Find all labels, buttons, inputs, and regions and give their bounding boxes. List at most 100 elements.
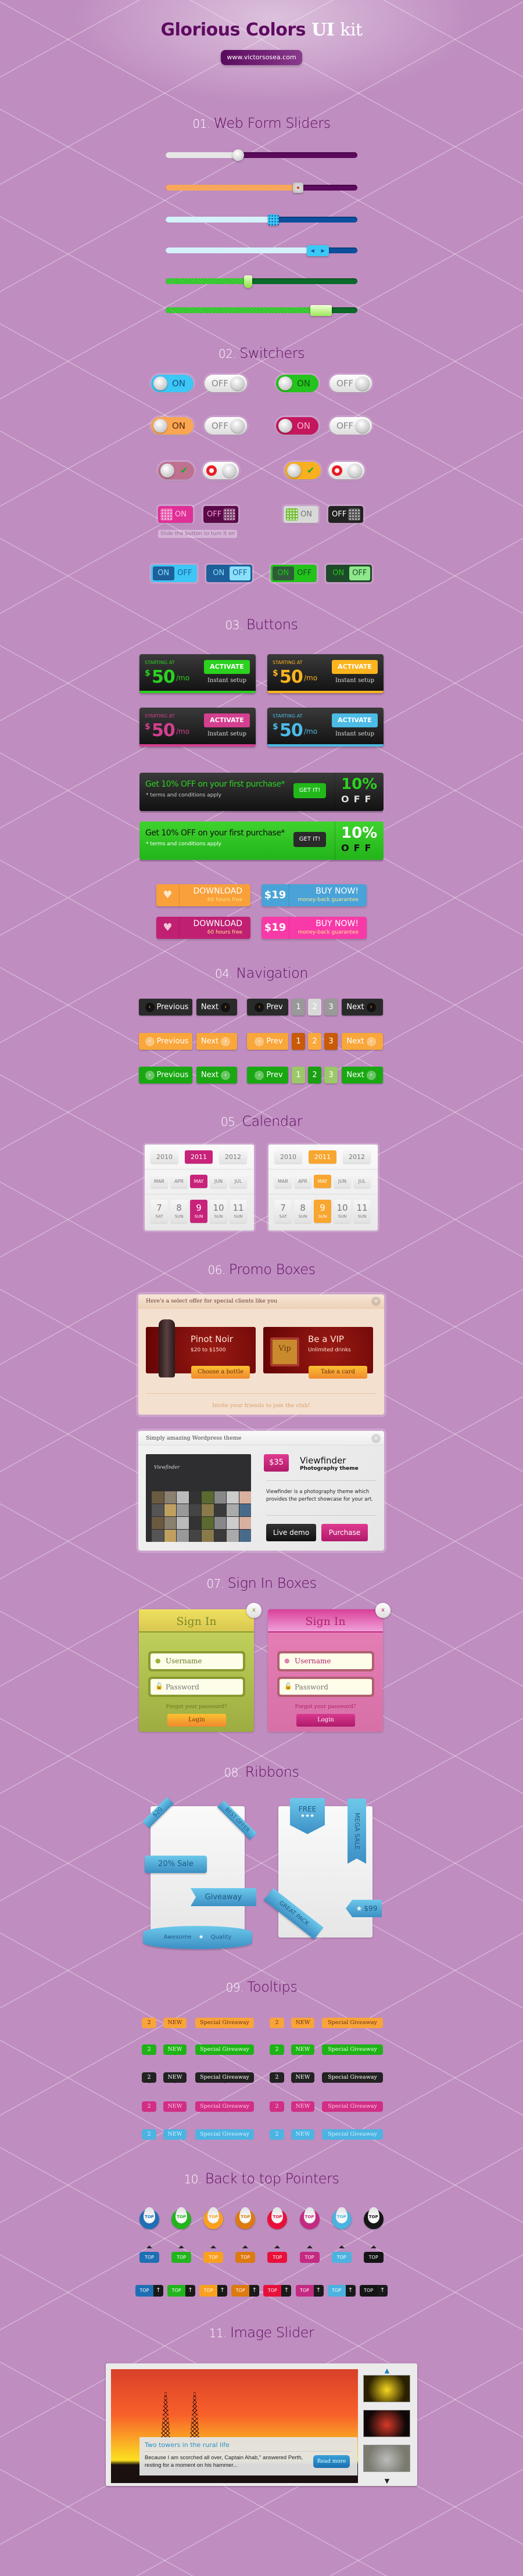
segment-off[interactable]: OFF: [174, 566, 196, 580]
buy-now-button[interactable]: $19 BUY NOW! money-back guarantee: [262, 917, 367, 939]
slider-thumbnail[interactable]: [363, 2445, 410, 2472]
prev-button[interactable]: ‹ Prev: [247, 1033, 288, 1050]
calendar-year[interactable]: 2011: [309, 1150, 336, 1164]
slider-3[interactable]: [166, 217, 357, 223]
segmented-toggle[interactable]: ON OFF: [151, 565, 197, 582]
back-to-top-pill[interactable]: TOP ↑: [167, 2285, 196, 2297]
slider-1[interactable]: [166, 152, 357, 158]
previous-button[interactable]: ‹ Previous: [139, 1067, 192, 1084]
back-to-top-round[interactable]: TOP: [331, 2207, 352, 2229]
slider-thumb-bar[interactable]: [310, 305, 332, 316]
calendar-day[interactable]: 9 SUN: [190, 1200, 207, 1223]
purchase-button[interactable]: Purchase: [321, 1524, 368, 1541]
toggle-off[interactable]: OFF: [205, 375, 247, 392]
page-button[interactable]: 1: [292, 1033, 305, 1050]
calendar-day[interactable]: 11 SUN: [230, 1200, 247, 1223]
next-button[interactable]: Next ›: [196, 1067, 237, 1084]
offer-button[interactable]: Take a card: [309, 1366, 367, 1379]
toggle-on[interactable]: ON: [276, 417, 318, 435]
invite-link[interactable]: Invite your friends to join the club!: [138, 1402, 384, 1409]
calendar-day[interactable]: 9 SUN: [314, 1200, 331, 1223]
calendar-month[interactable]: APR: [294, 1175, 311, 1188]
page-button[interactable]: 2: [308, 1033, 321, 1050]
icon-toggle[interactable]: ✔: [158, 462, 194, 479]
back-to-top-tab[interactable]: TOP: [331, 2252, 352, 2263]
back-to-top-round[interactable]: TOP: [235, 2207, 256, 2229]
username-input[interactable]: [151, 1653, 243, 1669]
page-button[interactable]: 2: [308, 1067, 321, 1084]
download-button[interactable]: ♥ DOWNLOAD 60 hours free: [156, 884, 250, 906]
prev-button[interactable]: ‹ Prev: [247, 999, 288, 1016]
calendar-day[interactable]: 8 SUN: [170, 1200, 188, 1223]
calendar-month[interactable]: JUL: [353, 1175, 371, 1188]
next-button[interactable]: Next ›: [342, 1067, 383, 1084]
back-to-top-tab[interactable]: TOP: [299, 2252, 320, 2263]
page-button[interactable]: 3: [324, 999, 338, 1016]
slider-thumb-square[interactable]: [292, 182, 303, 193]
calendar-day[interactable]: 11 SUN: [353, 1200, 371, 1223]
segment-on[interactable]: ON: [273, 566, 294, 580]
next-button[interactable]: Next ›: [196, 1033, 237, 1050]
toggle-on[interactable]: ON: [151, 417, 194, 435]
back-to-top-pill[interactable]: TOP ↑: [135, 2285, 163, 2297]
segment-on[interactable]: ON: [328, 566, 349, 580]
slider-thumbnail[interactable]: [363, 2375, 410, 2402]
next-button[interactable]: Next ›: [342, 1033, 383, 1050]
slider-thumb-grip[interactable]: [267, 214, 279, 225]
get-it-button[interactable]: GET IT!: [293, 832, 326, 847]
back-to-top-tab[interactable]: TOP: [363, 2252, 384, 2263]
segmented-toggle[interactable]: ON OFF: [326, 565, 372, 582]
back-to-top-round[interactable]: TOP: [139, 2207, 159, 2229]
prev-button[interactable]: ‹ Prev: [247, 1067, 288, 1084]
activate-button[interactable]: ACTIVATE: [204, 660, 250, 674]
back-to-top-pill[interactable]: TOP ↑: [359, 2285, 388, 2297]
slider-thumb-knob[interactable]: [232, 149, 245, 161]
calendar-day[interactable]: 7 SAT: [274, 1200, 292, 1223]
back-to-top-tab[interactable]: TOP: [235, 2252, 256, 2263]
close-button[interactable]: x: [375, 1603, 391, 1618]
slider-5[interactable]: [166, 278, 357, 284]
back-to-top-round[interactable]: TOP: [299, 2207, 320, 2229]
square-toggle-off[interactable]: OFF: [328, 506, 363, 523]
calendar-month[interactable]: JUN: [210, 1175, 227, 1188]
login-button[interactable]: Login: [167, 1714, 226, 1727]
segment-on[interactable]: ON: [208, 566, 230, 580]
activate-button[interactable]: ACTIVATE: [204, 713, 250, 727]
segmented-toggle[interactable]: ON OFF: [271, 565, 317, 582]
back-to-top-tab[interactable]: TOP: [203, 2252, 224, 2263]
icon-toggle[interactable]: [328, 462, 364, 479]
icon-toggle[interactable]: [203, 462, 239, 479]
close-button[interactable]: x: [246, 1603, 262, 1618]
next-button[interactable]: Next ›: [342, 999, 383, 1016]
previous-button[interactable]: ‹ Previous: [139, 1033, 192, 1050]
calendar-month[interactable]: MAR: [151, 1175, 168, 1188]
forgot-password-link[interactable]: Forgot your password?: [139, 1704, 254, 1710]
back-to-top-tab[interactable]: TOP: [267, 2252, 288, 2263]
calendar-day[interactable]: 7 SAT: [151, 1200, 168, 1223]
close-button[interactable]: x: [371, 1434, 381, 1443]
calendar-day[interactable]: 10 SUN: [210, 1200, 227, 1223]
square-toggle-off[interactable]: OFF: [203, 506, 238, 523]
password-input[interactable]: [151, 1679, 243, 1695]
activate-button[interactable]: ACTIVATE: [332, 713, 378, 727]
toggle-off[interactable]: OFF: [205, 417, 247, 435]
password-input[interactable]: [280, 1679, 372, 1695]
website-link[interactable]: www.victorsosea.com: [221, 50, 302, 65]
back-to-top-pill[interactable]: TOP ↑: [263, 2285, 292, 2297]
calendar-year[interactable]: 2010: [274, 1150, 302, 1164]
calendar-day[interactable]: 8 SUN: [294, 1200, 311, 1223]
calendar-year[interactable]: 2011: [185, 1150, 213, 1164]
back-to-top-tab[interactable]: TOP: [171, 2252, 192, 2263]
page-button[interactable]: 1: [292, 1067, 305, 1084]
slider-thumbnail[interactable]: [363, 2410, 410, 2437]
back-to-top-pill[interactable]: TOP ↑: [295, 2285, 324, 2297]
calendar-month[interactable]: APR: [170, 1175, 188, 1188]
calendar-month[interactable]: JUN: [334, 1175, 351, 1188]
login-button[interactable]: Login: [296, 1714, 355, 1727]
page-button[interactable]: 3: [324, 1033, 338, 1050]
buy-now-button[interactable]: $19 BUY NOW! money-back guarantee: [262, 884, 367, 906]
offer-button[interactable]: Choose a bottle: [191, 1366, 250, 1379]
slider-thumb-arrows[interactable]: ◀ ▶: [306, 245, 329, 256]
close-button[interactable]: x: [371, 1297, 381, 1306]
segment-off[interactable]: OFF: [229, 566, 250, 580]
